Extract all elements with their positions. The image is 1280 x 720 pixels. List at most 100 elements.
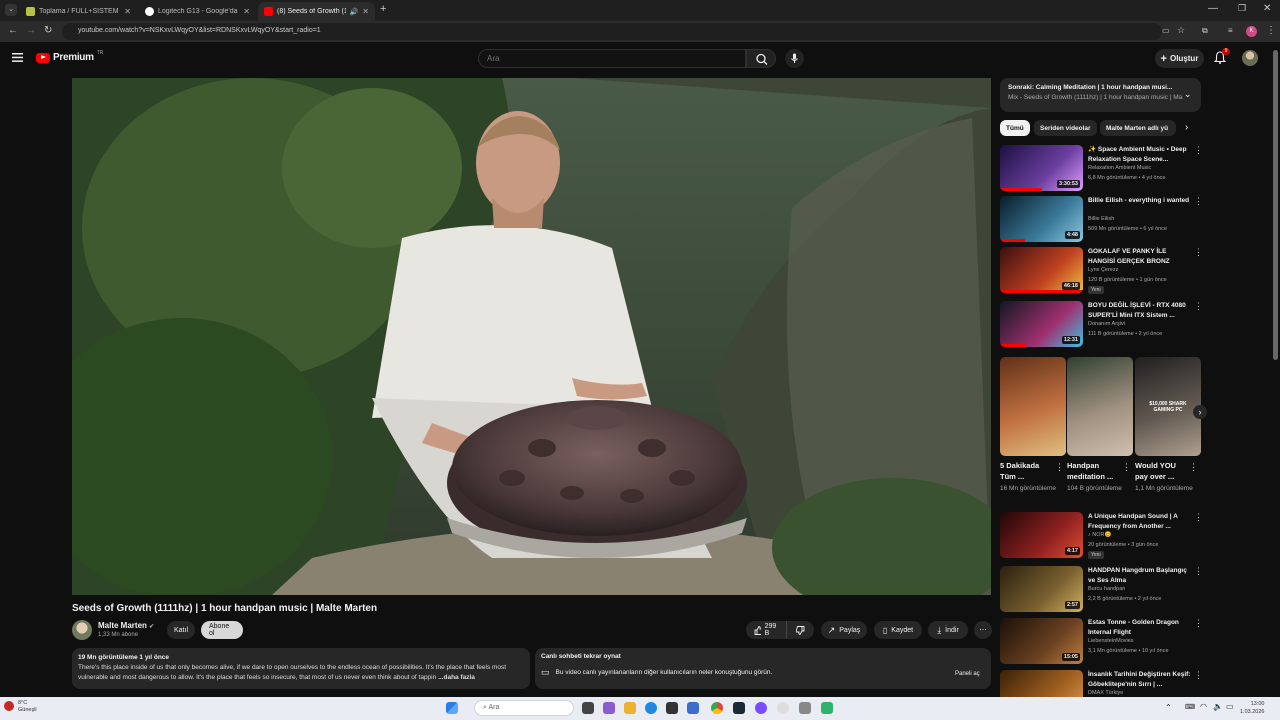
description-box[interactable]: 19 Mn görüntüleme 1 yıl önce There's thi… [72,648,530,689]
back-icon[interactable]: ← [8,25,18,36]
close-icon[interactable]: ✕ [243,7,250,16]
subscribe-button[interactable]: Abone ol [201,621,243,639]
volume-icon[interactable]: 🔈 [1213,702,1223,711]
channel-avatar[interactable] [72,620,92,640]
up-next-panel[interactable]: Sonraki: Calming Meditation | 1 hour han… [1000,78,1201,112]
recommended-video[interactable]: 2:57 HANDPAN Hangdrum Başlangıç ve Ses Al… [1000,566,1203,614]
app-icon[interactable] [687,702,699,714]
profile-avatar[interactable]: K [1246,26,1257,37]
app-icon[interactable] [821,702,833,714]
video-thumbnail[interactable]: 46:18 [1000,247,1083,293]
video-menu-icon[interactable]: ⋮ [1194,566,1203,577]
discord-icon[interactable] [755,702,767,714]
short-title[interactable]: 5 Dakikada Tüm ... [1000,460,1055,482]
video-menu-icon[interactable]: ⋮ [1194,512,1203,523]
channel-name[interactable]: Malte Marten ✔ [98,621,154,630]
voice-search-button[interactable] [785,49,804,68]
file-explorer-icon[interactable] [624,702,636,714]
more-actions-button[interactable]: ⋯ [974,621,992,639]
shorts-next-arrow[interactable]: › [1193,405,1207,419]
battery-icon[interactable]: ▭ [1226,702,1234,711]
edge-icon[interactable] [645,702,657,714]
like-button[interactable]: 299 B [746,621,786,639]
video-thumbnail[interactable]: 12:31 [1000,301,1083,347]
browser-tab-1[interactable]: Toplama / FULL+SİSTEM sahibi ✕ [20,2,137,21]
recommended-video-channel[interactable]: DMAX Türkiye [1088,690,1123,696]
dislike-button[interactable] [786,621,814,639]
video-menu-icon[interactable]: ⋮ [1194,145,1203,156]
recommended-video[interactable]: 4:48 Billie Eilish - everything i wanted B… [1000,196,1203,244]
recommended-video-channel[interactable]: LiebensteinMovies [1088,638,1134,644]
recommended-video-channel[interactable]: Billie Eilish [1088,216,1114,222]
short-thumbnail[interactable]: $10,000 SHARK GAMING PC [1135,357,1201,456]
store-icon[interactable] [666,702,678,714]
recommended-video-title[interactable]: Estas Tonne - Golden Dragon Internal Fli… [1088,618,1193,637]
app-icon[interactable] [777,702,789,714]
share-button[interactable]: ↗ Paylaş [821,621,867,639]
video-menu-icon[interactable]: ⋮ [1194,247,1203,258]
language-icon[interactable]: ⌨ [1185,703,1195,711]
chip-series[interactable]: Seriden videolar [1034,120,1097,136]
forward-icon[interactable]: → [26,25,36,36]
short-thumbnail[interactable] [1067,357,1133,456]
maximize-icon[interactable]: ❐ [1238,3,1246,14]
search-button[interactable] [746,49,776,68]
recommended-video-channel[interactable]: Lynx Çerezz [1088,267,1118,273]
chevron-down-icon[interactable]: ⌄ [1184,89,1192,99]
short-thumbnail[interactable] [1000,357,1066,456]
recommended-video-title[interactable]: HANDPAN Hangdrum Başlangıç ve Ses Alma [1088,566,1193,585]
recommended-video[interactable]: 3:30:53 ✨ Space Ambient Music • Deep Rela… [1000,145,1203,193]
download-button[interactable]: ⤓ İndir [928,621,968,639]
page-scrollbar[interactable] [1273,50,1278,360]
weather-alert-icon[interactable] [4,701,14,711]
wifi-icon[interactable]: ◠ [1200,702,1207,711]
recommended-video-channel[interactable]: Relaxation Ambient Music [1088,165,1151,171]
media-icon[interactable]: ≡ [1228,26,1233,35]
audio-playing-icon[interactable]: 🔊 [350,8,359,16]
system-clock[interactable]: 13:00 1.03.2026 [1240,700,1264,716]
minimize-icon[interactable]: — [1208,3,1218,14]
chrome-icon[interactable] [711,702,723,714]
save-button[interactable]: ▯ Kaydet [874,621,922,639]
recommended-video-title[interactable]: Billie Eilish - everything i wanted [1088,196,1193,206]
teams-icon[interactable] [603,702,615,714]
create-button[interactable]: + Oluştur [1155,49,1204,68]
bookmark-star-icon[interactable]: ☆ [1177,25,1185,36]
video-menu-icon[interactable]: ⋮ [1194,670,1203,681]
video-thumbnail[interactable]: 3:30:53 [1000,145,1083,191]
close-icon[interactable]: ✕ [362,7,369,16]
account-avatar[interactable] [1242,50,1258,66]
windows-start-icon[interactable] [446,702,458,714]
recommended-video-channel[interactable]: ♪ NOR😊 [1088,532,1111,538]
browser-tab-3[interactable]: (8) Seeds of Growth (1111hz) 🔊 ✕ [258,2,375,21]
video-thumbnail[interactable]: 2:57 [1000,566,1083,612]
recommended-video[interactable]: 15:05 Estas Tonne - Golden Dragon Interna… [1000,618,1203,666]
close-icon[interactable]: ✕ [124,7,131,16]
short-menu-icon[interactable]: ⋮ [1189,462,1198,473]
youtube-logo[interactable]: Premium TR [36,50,103,63]
chip-all[interactable]: Tümü [1000,120,1030,136]
menu-icon[interactable]: ⋮ [1266,25,1276,36]
video-thumbnail[interactable]: 15:05 [1000,618,1083,664]
short-menu-icon[interactable]: ⋮ [1122,462,1131,473]
recommended-video-title[interactable]: A Unique Handpan Sound | A Frequency fro… [1088,512,1193,531]
cast-icon[interactable]: ▭ [1162,26,1170,35]
recommended-video[interactable]: 4:17 A Unique Handpan Sound | A Frequency… [1000,512,1203,560]
open-panel-button[interactable]: Paneli aç [949,667,986,681]
hamburger-menu-icon[interactable] [12,53,23,62]
join-button[interactable]: Katıl [167,621,195,639]
short-title[interactable]: Would YOU pay over ... [1135,460,1190,482]
recommended-video-title[interactable]: BOYU DEĞİL İŞLEVİ - RTX 4080 SUPER'Lİ Mi… [1088,301,1193,320]
video-thumbnail[interactable]: 4:17 [1000,512,1083,558]
video-menu-icon[interactable]: ⋮ [1194,196,1203,207]
close-window-icon[interactable]: ✕ [1263,3,1271,14]
extensions-icon[interactable]: ⧉ [1202,26,1208,36]
weather-widget[interactable]: 8°C Güneşli [18,700,37,714]
task-view-icon[interactable] [582,702,594,714]
video-thumbnail[interactable]: 4:48 [1000,196,1083,242]
show-more-link[interactable]: ...daha fazla [438,674,475,681]
recommended-video[interactable]: 46:18 GOKALAF VE PANKY İLE HANGİSİ GERÇEK… [1000,247,1203,295]
chevron-right-icon[interactable]: › [1185,122,1188,133]
settings-icon[interactable] [799,702,811,714]
recommended-video-title[interactable]: İnsanlık Tarihini Değiştiren Keşif: Göbe… [1088,670,1193,689]
